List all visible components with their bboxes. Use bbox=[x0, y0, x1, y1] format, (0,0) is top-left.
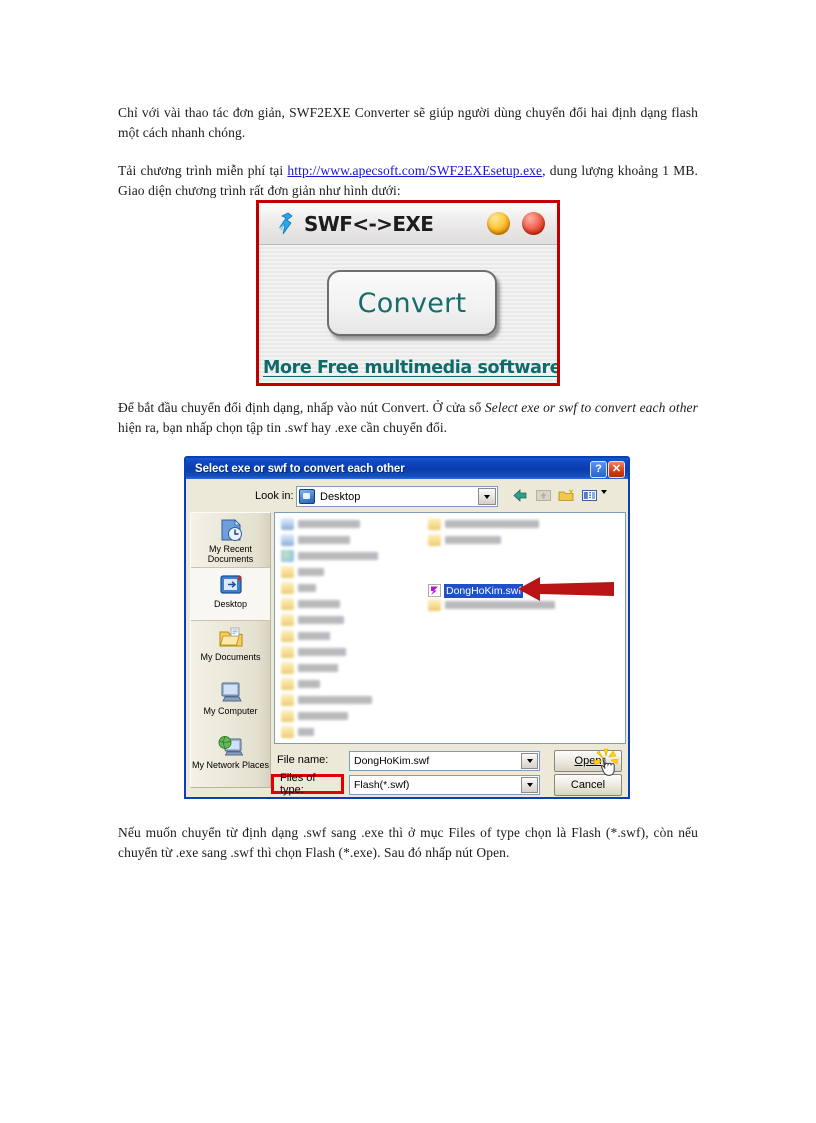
selected-file-name: DongHoKim.swf bbox=[444, 583, 524, 598]
convert-button[interactable]: Convert bbox=[327, 270, 497, 336]
list-item-selected-file[interactable]: DongHoKim.swf bbox=[428, 583, 524, 598]
list-item[interactable] bbox=[428, 518, 539, 530]
app-title-text: SWF<->EXE bbox=[304, 211, 434, 236]
list-item[interactable] bbox=[281, 678, 320, 690]
filetype-value: Flash(*.swf) bbox=[354, 779, 410, 791]
list-item[interactable] bbox=[281, 614, 344, 626]
lookin-combobox[interactable]: Desktop bbox=[296, 486, 498, 507]
sidebar-item-label: My Computer bbox=[203, 706, 258, 716]
cancel-button-label: Cancel bbox=[570, 779, 606, 791]
list-item[interactable] bbox=[281, 710, 348, 722]
paragraph-final-text: Nếu muốn chuyển từ định dạng .swf sang .… bbox=[118, 825, 698, 860]
my-network-places-icon bbox=[218, 736, 243, 756]
sidebar-item-label: My Network Places bbox=[191, 760, 270, 770]
dialog-titlebar: Select exe or swf to convert each other … bbox=[186, 458, 628, 479]
filetype-label: Files of type: bbox=[280, 772, 316, 796]
app-body: Convert More Free multimedia softwares..… bbox=[259, 245, 557, 383]
sidebar-item-my-network-places[interactable]: My Network Places bbox=[191, 729, 270, 783]
list-item[interactable] bbox=[281, 534, 350, 546]
list-item[interactable] bbox=[281, 646, 346, 658]
my-documents-icon bbox=[219, 627, 242, 647]
sidebar-item-my-computer[interactable]: My Computer bbox=[191, 675, 270, 729]
chevron-down-icon[interactable] bbox=[521, 753, 538, 769]
chevron-down-icon[interactable] bbox=[521, 777, 538, 793]
open-button-label: Open bbox=[574, 755, 602, 767]
select-file-dialog-screenshot: Select exe or swf to convert each other … bbox=[184, 456, 630, 799]
list-item[interactable] bbox=[281, 694, 372, 706]
sidebar-item-label: My Documents bbox=[200, 652, 261, 662]
list-item[interactable] bbox=[281, 566, 324, 578]
paragraph-start-prefix: Để bắt đầu chuyển đổi định dạng, nhấp và… bbox=[118, 400, 485, 415]
list-item[interactable] bbox=[281, 582, 316, 594]
list-item[interactable] bbox=[428, 534, 501, 546]
app-titlebar: SWF<->EXE bbox=[259, 203, 557, 245]
paragraph-intro-text: Chỉ với vài thao tác đơn giản, SWF2EXE C… bbox=[118, 105, 698, 140]
paragraph-start: Để bắt đầu chuyển đổi định dạng, nhấp và… bbox=[118, 398, 698, 438]
sidebar-item-label: My Recent Documents bbox=[207, 544, 254, 564]
filename-label: File name: bbox=[277, 754, 329, 766]
sidebar-item-label: Desktop bbox=[213, 599, 248, 609]
list-item[interactable] bbox=[281, 662, 338, 674]
new-folder-icon[interactable] bbox=[557, 487, 576, 504]
lookin-label: Look in: bbox=[255, 490, 294, 502]
desktop-icon bbox=[219, 575, 242, 594]
open-button[interactable]: Open bbox=[554, 750, 622, 772]
sidebar-item-my-documents[interactable]: My Documents bbox=[191, 621, 270, 675]
up-one-level-icon[interactable] bbox=[534, 487, 553, 504]
file-list[interactable]: DongHoKim.swf bbox=[274, 512, 626, 744]
filename-combobox[interactable]: DongHoKim.swf bbox=[349, 751, 540, 771]
files-of-type-label-highlight: Files of type: bbox=[271, 772, 344, 796]
back-icon[interactable] bbox=[511, 487, 530, 504]
paragraph-final: Nếu muốn chuyển từ định dạng .swf sang .… bbox=[118, 823, 698, 863]
flash-swf-icon bbox=[428, 584, 441, 597]
cancel-button[interactable]: Cancel bbox=[554, 774, 622, 796]
close-orb-button[interactable] bbox=[522, 212, 545, 235]
recent-documents-icon bbox=[221, 519, 242, 541]
dialog-title-text: Select exe or swf to convert each other bbox=[195, 462, 405, 475]
paragraph-download: Tải chương trình miễn phí tại http://www… bbox=[118, 161, 698, 201]
list-item[interactable] bbox=[281, 598, 340, 610]
document-page: Chỉ với vài thao tác đơn giản, SWF2EXE C… bbox=[0, 0, 816, 1123]
filetype-combobox[interactable]: Flash(*.swf) bbox=[349, 775, 540, 795]
paragraph-start-dialog-name: Select exe or swf to convert each other bbox=[484, 400, 698, 415]
views-chevron-down-icon[interactable] bbox=[601, 490, 607, 512]
paragraph-download-prefix: Tải chương trình miễn phí tại bbox=[118, 163, 288, 178]
list-item[interactable] bbox=[281, 518, 360, 530]
help-icon[interactable]: ? bbox=[590, 461, 607, 478]
red-arrow-annotation-icon bbox=[518, 574, 616, 604]
swf2exe-app-screenshot: SWF<->EXE Convert More Free multimedia s… bbox=[256, 200, 560, 386]
chevron-down-icon[interactable] bbox=[478, 488, 496, 505]
swf-exe-logo-icon bbox=[275, 212, 297, 236]
sidebar-item-desktop[interactable]: Desktop bbox=[191, 567, 270, 621]
paragraph-start-suffix: hiện ra, bạn nhấp chọn tập tin .swf hay … bbox=[118, 420, 448, 435]
my-computer-icon bbox=[221, 682, 242, 702]
sidebar-item-my-recent-documents[interactable]: My Recent Documents bbox=[191, 513, 270, 567]
places-bar: My Recent Documents Desktop My Documents… bbox=[190, 512, 271, 788]
desktop-icon bbox=[299, 489, 315, 504]
paragraph-intro: Chỉ với vài thao tác đơn giản, SWF2EXE C… bbox=[118, 103, 698, 143]
more-free-multimedia-softwares-link[interactable]: More Free multimedia softwares... bbox=[263, 358, 557, 378]
filename-value: DongHoKim.swf bbox=[354, 755, 430, 767]
views-icon[interactable] bbox=[580, 487, 599, 504]
lookin-value: Desktop bbox=[320, 490, 361, 503]
dialog-body: Look in: Desktop My Recent Documents Des… bbox=[186, 479, 628, 797]
minimize-orb-button[interactable] bbox=[487, 212, 510, 235]
list-item[interactable] bbox=[281, 550, 378, 562]
list-item[interactable] bbox=[281, 630, 330, 642]
list-item[interactable] bbox=[281, 726, 314, 738]
close-icon[interactable]: ✕ bbox=[608, 461, 625, 478]
download-link[interactable]: http://www.apecsoft.com/SWF2EXEsetup.exe bbox=[287, 163, 542, 178]
lookin-row: Look in: Desktop bbox=[186, 486, 628, 511]
